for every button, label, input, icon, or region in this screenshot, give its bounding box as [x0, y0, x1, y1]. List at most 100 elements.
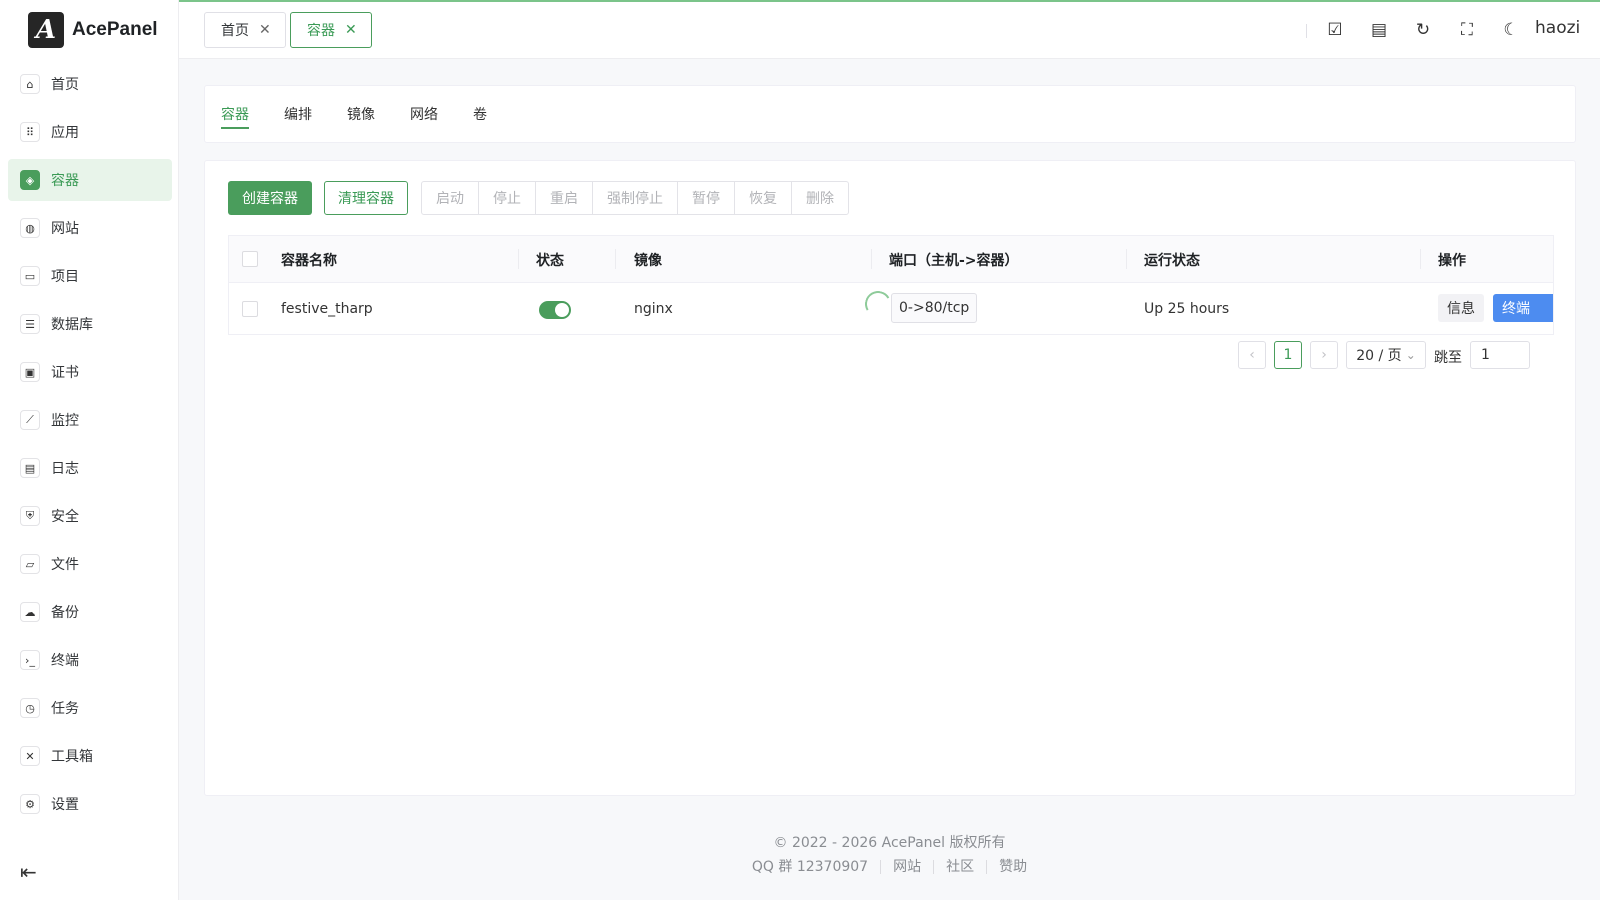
prev-page-button[interactable]: ‹: [1238, 341, 1266, 369]
select-all-checkbox[interactable]: [242, 251, 258, 267]
sidebar-item-home[interactable]: ⌂ 首页: [8, 63, 172, 105]
folder-icon: ▱: [20, 554, 40, 574]
table-row[interactable]: festive_tharp nginx 0->80/tcp Up 25 hour…: [229, 283, 1553, 334]
port-mapping-tag: 0->80/tcp: [891, 293, 978, 323]
todo-check-icon[interactable]: ☑: [1324, 19, 1346, 41]
column-header-status[interactable]: 状态: [536, 250, 564, 270]
document-icon[interactable]: ▤: [1368, 19, 1390, 41]
subtab-compose[interactable]: 编排: [284, 104, 312, 124]
database-icon: ☰: [20, 314, 40, 334]
column-divider: [871, 249, 872, 269]
sidebar-item-label: 网站: [51, 221, 79, 237]
sidebar-collapse-icon[interactable]: ⇤: [20, 860, 37, 884]
fullscreen-icon[interactable]: ⛶: [1456, 19, 1478, 41]
app-logo[interactable]: A AcePanel: [28, 12, 158, 48]
subtab-volumes[interactable]: 卷: [473, 104, 487, 124]
sidebar-item-database[interactable]: ☰ 数据库: [8, 303, 172, 345]
sidebar-item-settings[interactable]: ⚙ 设置: [8, 783, 172, 825]
tab-container[interactable]: 容器 ✕: [290, 12, 372, 48]
sidebar-item-security[interactable]: ⛨ 安全: [8, 495, 172, 537]
sidebar-item-container[interactable]: ◈ 容器: [8, 159, 172, 201]
row-checkbox[interactable]: [242, 301, 258, 317]
sidebar-item-label: 安全: [51, 509, 79, 525]
sidebar-item-label: 任务: [51, 701, 79, 717]
container-icon: ◈: [20, 170, 40, 190]
subtab-active-indicator: [221, 127, 249, 129]
column-divider: [518, 249, 519, 269]
sidebar-item-log[interactable]: ▤ 日志: [8, 447, 172, 489]
container-run-state: Up 25 hours: [1144, 301, 1230, 317]
sidebar-item-monitor[interactable]: ⟋ 监控: [8, 399, 172, 441]
loading-spinner-icon: [862, 288, 894, 320]
terminal-button[interactable]: 终端: [1493, 294, 1553, 322]
close-icon[interactable]: ✕: [345, 22, 357, 38]
column-divider: [615, 249, 616, 269]
tab-home[interactable]: 首页 ✕: [204, 12, 286, 48]
batch-action-group: 启动 停止 重启 强制停止 暂停 恢复 删除: [421, 181, 849, 215]
close-icon[interactable]: ✕: [259, 22, 271, 38]
sidebar-item-website[interactable]: ◍ 网站: [8, 207, 172, 249]
page-footer: © 2022 - 2026 AcePanel 版权所有 QQ 群 1237090…: [179, 832, 1600, 874]
sidebar-item-label: 终端: [51, 653, 79, 669]
force-stop-button[interactable]: 强制停止: [593, 182, 678, 214]
page-1-button[interactable]: 1: [1274, 341, 1302, 369]
user-name[interactable]: haozi: [1535, 18, 1580, 38]
sidebar-item-label: 项目: [51, 269, 79, 285]
start-button[interactable]: 启动: [422, 182, 479, 214]
home-icon: ⌂: [20, 74, 40, 94]
footer-link-sponsor[interactable]: 赞助: [987, 860, 1039, 874]
delete-button[interactable]: 删除: [792, 182, 848, 214]
column-divider: [1420, 249, 1421, 269]
theme-moon-icon[interactable]: ☾: [1500, 19, 1522, 41]
column-divider: [1126, 249, 1127, 269]
resume-button[interactable]: 恢复: [735, 182, 792, 214]
jump-to-label: 跳至: [1434, 350, 1462, 366]
sidebar-item-label: 工具箱: [51, 749, 93, 765]
page-size-select[interactable]: 20 / 页 ⌄: [1346, 341, 1426, 369]
sidebar-item-apps[interactable]: ⠿ 应用: [8, 111, 172, 153]
sidebar-item-label: 文件: [51, 557, 79, 573]
sidebar-item-label: 首页: [51, 77, 79, 93]
column-header-run-state[interactable]: 运行状态: [1144, 250, 1200, 270]
containers-table: 容器名称 状态 镜像 端口（主机->容器） 运行状态 操作 festive_th…: [228, 235, 1554, 335]
clean-containers-button[interactable]: 清理容器: [324, 181, 408, 215]
top-header: 首页 ✕ 容器 ✕ ☑ ▤ ↻ ⛶ ☾ haozi: [179, 2, 1600, 59]
sidebar-item-label: 证书: [51, 365, 79, 381]
subtab-networks[interactable]: 网络: [410, 104, 438, 124]
restart-button[interactable]: 重启: [536, 182, 593, 214]
column-header-actions: 操作: [1438, 253, 1466, 269]
container-status-toggle[interactable]: [539, 301, 571, 319]
sidebar-item-toolbox[interactable]: ✕ 工具箱: [8, 735, 172, 777]
sidebar-item-label: 日志: [51, 461, 79, 477]
sidebar-item-label: 数据库: [51, 317, 93, 333]
jump-page-input[interactable]: 1: [1470, 341, 1530, 369]
column-header-ports[interactable]: 端口（主机->容器）: [889, 250, 1019, 270]
sidebar-item-terminal[interactable]: ›_ 终端: [8, 639, 172, 681]
sidebar-item-files[interactable]: ▱ 文件: [8, 543, 172, 585]
sidebar-item-label: 容器: [51, 173, 79, 189]
footer-link-website[interactable]: 网站: [881, 860, 935, 874]
column-header-image[interactable]: 镜像: [634, 250, 662, 270]
globe-icon: ◍: [20, 218, 40, 238]
column-header-name[interactable]: 容器名称: [281, 250, 337, 270]
next-page-button[interactable]: ›: [1310, 341, 1338, 369]
stop-button[interactable]: 停止: [479, 182, 536, 214]
certificate-icon: ▣: [20, 362, 40, 382]
info-button[interactable]: 信息: [1438, 294, 1484, 322]
refresh-icon[interactable]: ↻: [1412, 19, 1434, 41]
create-container-button[interactable]: 创建容器: [228, 181, 312, 215]
apps-icon: ⠿: [20, 122, 40, 142]
sidebar-item-backup[interactable]: ☁ 备份: [8, 591, 172, 633]
subtab-images[interactable]: 镜像: [347, 104, 375, 124]
sidebar-item-label: 设置: [51, 797, 79, 813]
sidebar-item-label: 备份: [51, 605, 79, 621]
sidebar-item-tasks[interactable]: ◷ 任务: [8, 687, 172, 729]
sidebar-item-certificate[interactable]: ▣ 证书: [8, 351, 172, 393]
sidebar-item-project[interactable]: ▭ 项目: [8, 255, 172, 297]
shield-icon: ⛨: [20, 506, 40, 526]
sidebar-item-label: 监控: [51, 413, 79, 429]
subtab-containers[interactable]: 容器: [221, 104, 249, 124]
cloud-backup-icon: ☁: [20, 602, 40, 622]
pause-button[interactable]: 暂停: [678, 182, 735, 214]
footer-link-community[interactable]: 社区: [934, 860, 988, 874]
